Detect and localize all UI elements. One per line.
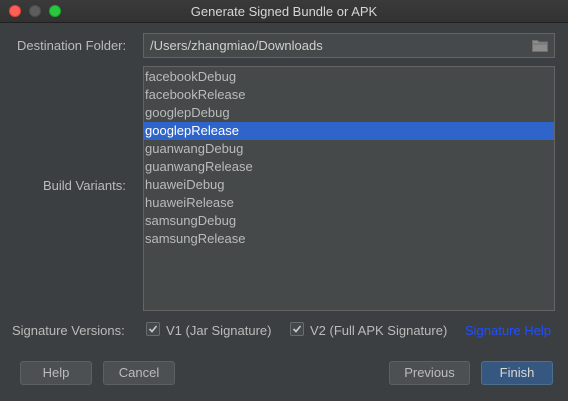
- help-button[interactable]: Help: [20, 361, 92, 385]
- checkmark-icon: [148, 325, 158, 333]
- dialog-window: Generate Signed Bundle or APK Destinatio…: [0, 0, 568, 401]
- destination-folder-field[interactable]: /Users/zhangmiao/Downloads: [143, 33, 555, 58]
- build-variants-label: Build Variants:: [43, 178, 126, 193]
- v2-signature-label[interactable]: V2 (Full APK Signature): [310, 323, 447, 338]
- v1-signature-checkbox[interactable]: [146, 322, 160, 336]
- finish-button[interactable]: Finish: [481, 361, 553, 385]
- destination-folder-label: Destination Folder:: [17, 38, 127, 53]
- v1-signature-label[interactable]: V1 (Jar Signature): [166, 323, 272, 338]
- destination-folder-value[interactable]: /Users/zhangmiao/Downloads: [150, 38, 323, 53]
- window-title: Generate Signed Bundle or APK: [190, 4, 378, 19]
- checkmark-icon: [292, 325, 302, 333]
- variant-item[interactable]: huaweiDebug: [144, 176, 554, 194]
- variant-item[interactable]: googlepDebug: [144, 104, 554, 122]
- build-variants-list[interactable]: facebookDebug facebookRelease googlepDeb…: [143, 66, 555, 311]
- title-bar[interactable]: Generate Signed Bundle or APK: [0, 0, 568, 23]
- variant-item[interactable]: samsungDebug: [144, 212, 554, 230]
- signature-versions-label: Signature Versions:: [12, 323, 125, 338]
- variant-item[interactable]: guanwangRelease: [144, 158, 554, 176]
- variant-item[interactable]: facebookRelease: [144, 86, 554, 104]
- folder-icon[interactable]: [532, 39, 548, 52]
- signature-help-link[interactable]: Signature Help: [465, 323, 551, 338]
- variant-item-selected[interactable]: googlepRelease: [144, 122, 554, 140]
- variant-item[interactable]: facebookDebug: [144, 68, 554, 86]
- variant-item[interactable]: samsungRelease: [144, 230, 554, 248]
- variant-item[interactable]: huaweiRelease: [144, 194, 554, 212]
- cancel-button[interactable]: Cancel: [103, 361, 175, 385]
- previous-button[interactable]: Previous: [389, 361, 470, 385]
- v2-signature-checkbox[interactable]: [290, 322, 304, 336]
- variant-item[interactable]: guanwangDebug: [144, 140, 554, 158]
